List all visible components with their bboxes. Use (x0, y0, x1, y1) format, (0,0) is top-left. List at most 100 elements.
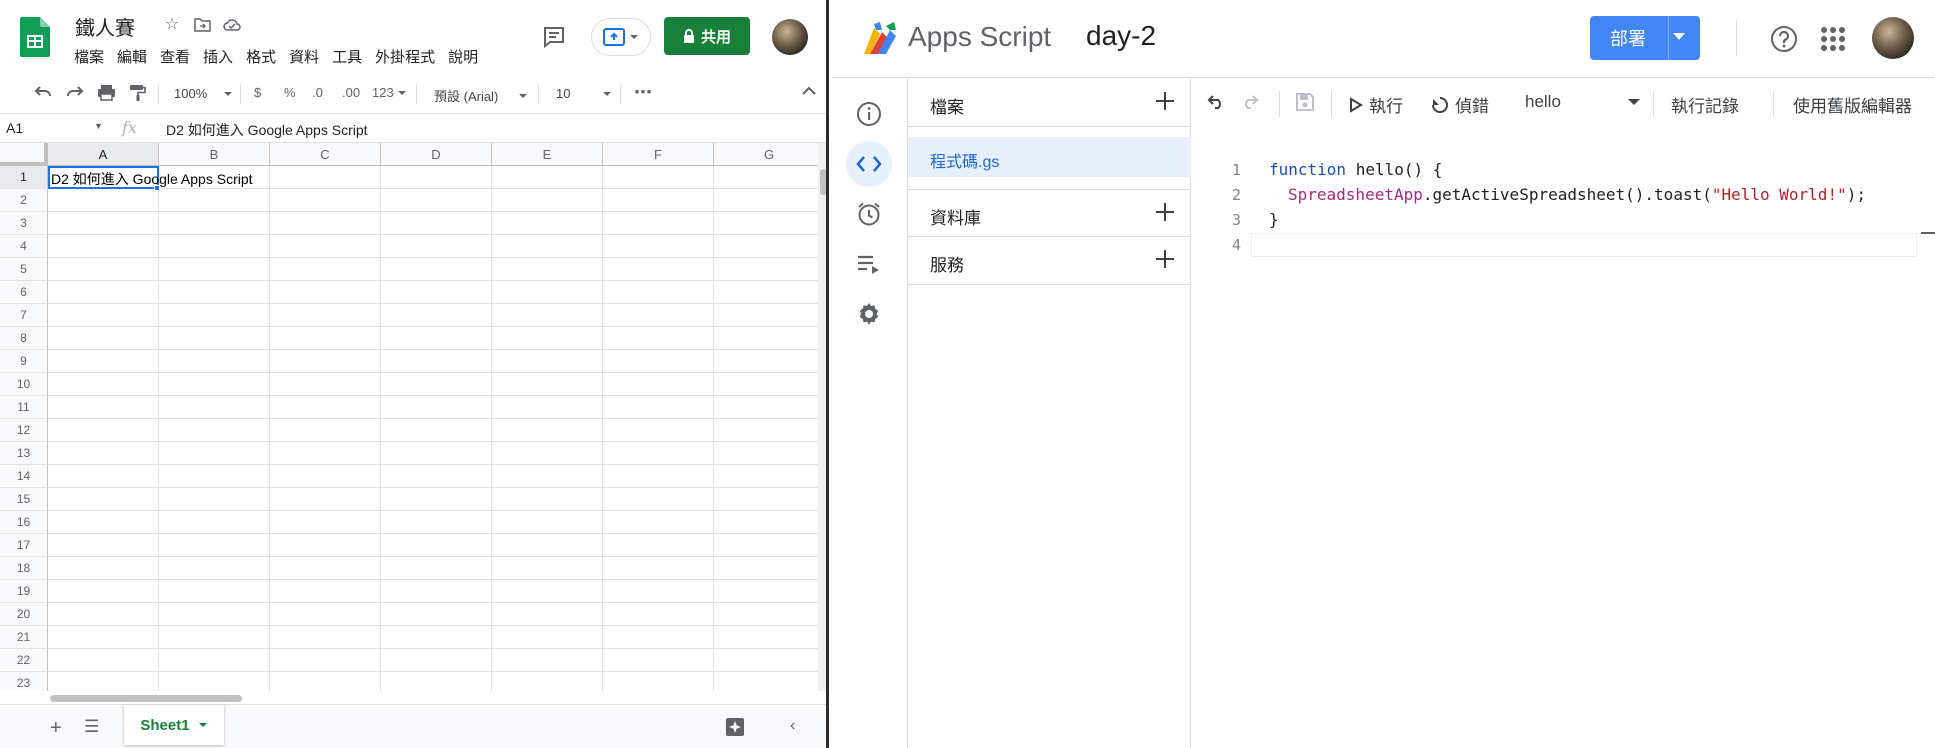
row-header-12[interactable]: 12 (0, 419, 48, 442)
row-header-11[interactable]: 11 (0, 396, 48, 419)
cell-a1[interactable]: D2 如何進入 Google Apps Script (51, 169, 253, 189)
name-box[interactable]: A1 (6, 120, 23, 136)
font-select[interactable]: 預設 (Arial) (434, 86, 528, 105)
rail-editor[interactable] (846, 141, 892, 187)
row-header-6[interactable]: 6 (0, 281, 48, 304)
row-header-7[interactable]: 7 (0, 304, 48, 327)
row-header-4[interactable]: 4 (0, 235, 48, 258)
debug-button[interactable]: 偵錯 (1431, 92, 1489, 117)
select-all-corner[interactable] (0, 143, 48, 166)
chevron-down-icon[interactable]: ▼ (94, 121, 103, 131)
row-header-19[interactable]: 19 (0, 580, 48, 603)
chevron-down-icon[interactable] (198, 722, 208, 728)
collapse-toolbar-icon[interactable] (802, 86, 816, 95)
print-icon[interactable] (97, 84, 116, 101)
menu-view[interactable]: 查看 (160, 46, 190, 67)
row-header-22[interactable]: 22 (0, 649, 48, 672)
cloud-status-icon[interactable] (222, 14, 242, 34)
font-size-select[interactable]: 10 (556, 86, 612, 101)
apps-grid-icon[interactable] (1820, 26, 1846, 52)
column-header-b[interactable]: B (159, 143, 270, 166)
more-formats-button[interactable]: 123 (372, 85, 407, 100)
row-header-9[interactable]: 9 (0, 350, 48, 373)
spreadsheet-grid[interactable]: ABCDEFG 1 2 3 4 5 6 7 8 9 10 11 12 13 14 15 16 17 18 19 20 2… (0, 143, 818, 691)
redo-icon[interactable] (1241, 93, 1259, 109)
menu-format[interactable]: 格式 (246, 46, 276, 67)
redo-icon[interactable] (66, 84, 84, 98)
add-sheet-button[interactable]: + (50, 717, 62, 740)
rail-settings[interactable] (846, 291, 892, 337)
percent-format-button[interactable]: % (284, 85, 296, 100)
menu-addons[interactable]: 外掛程式 (375, 46, 435, 67)
menu-insert[interactable]: 插入 (203, 46, 233, 67)
code-area[interactable]: 1 2 3 4 function hello() { SpreadsheetAp… (1191, 159, 1935, 719)
add-library-plus-icon[interactable] (1153, 200, 1177, 224)
document-title[interactable]: 鐵人賽 (75, 12, 135, 41)
zoom-select[interactable]: 100% (174, 86, 233, 101)
cell-area[interactable] (48, 166, 818, 691)
avatar[interactable] (772, 19, 808, 55)
row-header-23[interactable]: 23 (0, 672, 48, 691)
move-folder-icon[interactable] (192, 14, 212, 34)
avatar[interactable] (1872, 17, 1914, 59)
row-header-10[interactable]: 10 (0, 373, 48, 396)
code-line-2[interactable]: SpreadsheetApp.getActiveSpreadsheet().to… (1288, 185, 1866, 204)
undo-icon[interactable] (1207, 93, 1225, 109)
project-title[interactable]: day-2 (1086, 20, 1156, 52)
column-header-e[interactable]: E (492, 143, 603, 166)
currency-format-button[interactable]: $ (254, 85, 261, 100)
collapse-side-panel-icon[interactable]: ‹ (790, 717, 795, 735)
row-header-3[interactable]: 3 (0, 212, 48, 235)
row-header-14[interactable]: 14 (0, 465, 48, 488)
row-header-5[interactable]: 5 (0, 258, 48, 281)
menu-file[interactable]: 檔案 (74, 46, 104, 67)
function-select[interactable]: hello (1525, 92, 1641, 112)
explore-icon[interactable] (725, 717, 745, 737)
all-sheets-button[interactable]: ☰ (84, 717, 99, 737)
star-icon[interactable]: ☆ (162, 14, 182, 34)
menu-help[interactable]: 說明 (448, 46, 478, 67)
undo-icon[interactable] (34, 84, 52, 98)
add-file-plus-icon[interactable] (1153, 89, 1177, 113)
vertical-scrollbar[interactable] (818, 143, 826, 691)
row-header-15[interactable]: 15 (0, 488, 48, 511)
rail-triggers[interactable] (846, 191, 892, 237)
paint-format-icon[interactable] (129, 84, 146, 102)
row-header-13[interactable]: 13 (0, 442, 48, 465)
present-button[interactable] (591, 18, 651, 56)
row-header-8[interactable]: 8 (0, 327, 48, 350)
menu-tools[interactable]: 工具 (332, 46, 362, 67)
rail-executions[interactable] (846, 241, 892, 287)
scroll-thumb[interactable] (820, 169, 826, 195)
row-header-16[interactable]: 16 (0, 511, 48, 534)
apps-script-logo-icon[interactable] (860, 18, 900, 58)
add-service-plus-icon[interactable] (1153, 247, 1177, 271)
formula-input[interactable]: D2 如何進入 Google Apps Script (166, 120, 368, 140)
chevron-down-icon[interactable] (1673, 33, 1685, 40)
save-icon[interactable] (1295, 92, 1315, 112)
row-header-20[interactable]: 20 (0, 603, 48, 626)
row-header-18[interactable]: 18 (0, 557, 48, 580)
column-header-a[interactable]: A (48, 143, 159, 166)
run-button[interactable]: 執行 (1349, 92, 1403, 117)
comment-icon[interactable] (541, 24, 567, 50)
legacy-editor-button[interactable]: 使用舊版編輯器 (1793, 92, 1912, 117)
sheets-logo-icon[interactable] (20, 17, 50, 57)
tab-sheet1[interactable]: Sheet1 (124, 705, 224, 745)
deploy-button[interactable]: 部署 (1590, 16, 1700, 60)
share-button[interactable]: 共用 (664, 17, 750, 55)
column-header-d[interactable]: D (381, 143, 492, 166)
rail-overview[interactable] (846, 91, 892, 137)
menu-data[interactable]: 資料 (289, 46, 319, 67)
menu-edit[interactable]: 編輯 (117, 46, 147, 67)
more-tools-button[interactable]: ⋯ (634, 82, 652, 103)
scroll-thumb[interactable] (50, 695, 242, 702)
decrease-decimal-button[interactable]: .0 (312, 85, 323, 100)
increase-decimal-button[interactable]: .00 (342, 85, 360, 100)
column-header-c[interactable]: C (270, 143, 381, 166)
file-item-code-gs[interactable]: 程式碼.gs (908, 137, 1191, 177)
code-line-1[interactable]: function hello() { (1269, 160, 1442, 179)
column-header-f[interactable]: F (603, 143, 714, 166)
execution-log-button[interactable]: 執行記錄 (1671, 92, 1739, 117)
row-header-21[interactable]: 21 (0, 626, 48, 649)
